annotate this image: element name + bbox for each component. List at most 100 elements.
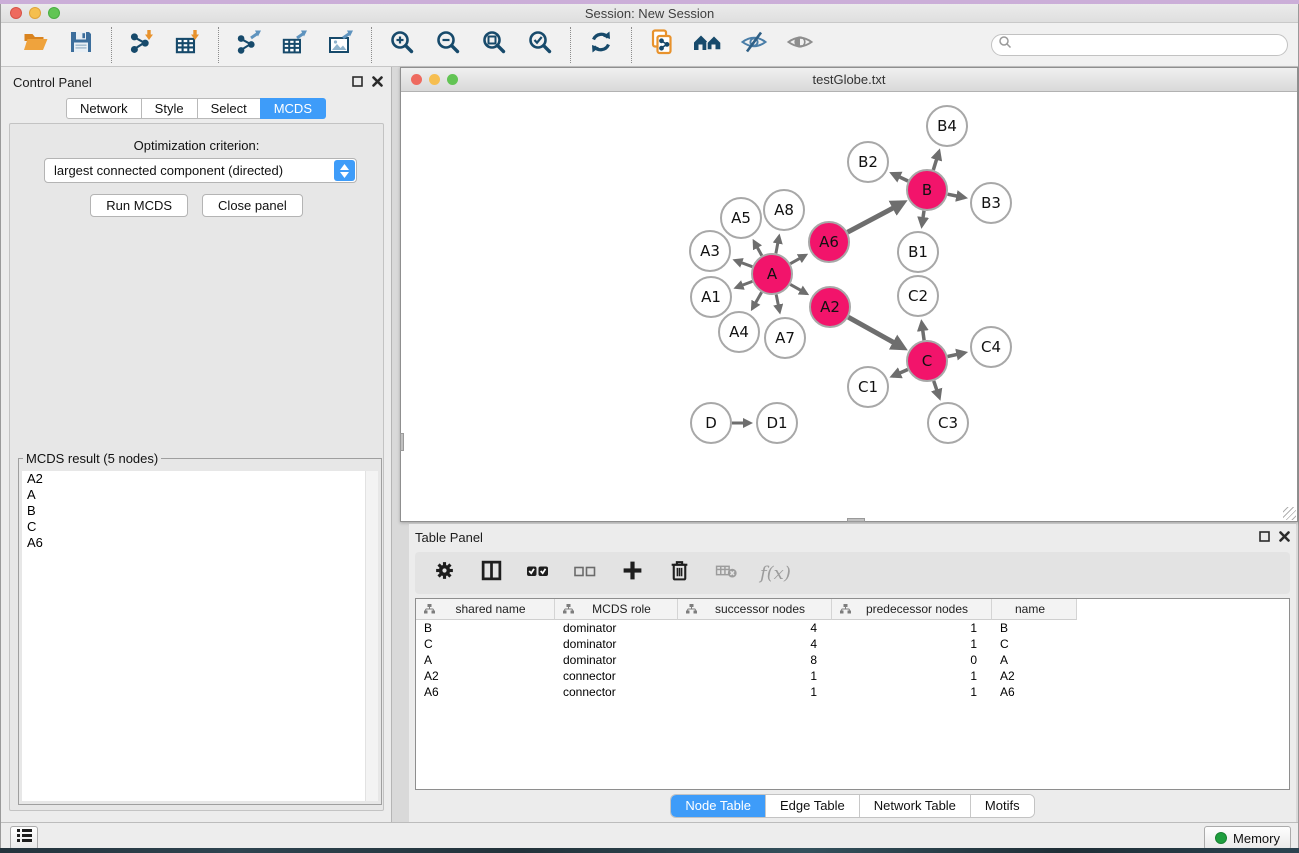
table-cell[interactable]: dominator [555,621,678,635]
tab-select[interactable]: Select [197,98,261,119]
edge-A-A4[interactable] [752,292,761,308]
function-builder-button[interactable]: f(x) [760,560,791,586]
network-canvas[interactable]: B4B2BB3A8A5A6A3B1AC2A1A2A4A7C4CC1C3DD1 [401,92,1297,521]
table-cell[interactable]: 1 [832,637,992,651]
add-row-button[interactable] [619,560,645,586]
edge-C-C3[interactable] [934,381,940,398]
edge-A-A2[interactable] [790,284,806,293]
float-panel-icon[interactable] [352,74,363,92]
table-cell[interactable]: 1 [832,685,992,699]
close-table-panel-icon[interactable] [1279,529,1290,547]
table-cell[interactable]: A6 [992,685,1077,699]
save-session-button[interactable] [66,30,96,60]
result-item[interactable]: B [22,503,378,519]
window-bottom-grip[interactable] [847,518,865,522]
table-cell[interactable]: B [992,621,1077,635]
zoom-out-button[interactable] [433,30,463,60]
table-row[interactable]: A6connector11A6 [416,684,1289,700]
table-cell[interactable]: 0 [832,653,992,667]
refresh-button[interactable] [586,30,616,60]
edge-B-B3[interactable] [948,194,965,197]
table-cell[interactable]: dominator [555,653,678,667]
zoom-in-button[interactable] [387,30,417,60]
table-cell[interactable]: C [992,637,1077,651]
table-cell[interactable]: dominator [555,637,678,651]
table-cell[interactable]: A [992,653,1077,667]
search-input[interactable] [1012,36,1287,54]
edge-B-B1[interactable] [922,211,924,226]
task-history-button[interactable] [10,826,38,850]
float-table-panel-icon[interactable] [1259,529,1270,547]
select-stepper-icon[interactable] [334,160,355,181]
close-panel-button[interactable]: Close panel [202,194,303,217]
hide-graphics-details-button[interactable] [739,30,769,60]
table-cell[interactable]: 4 [678,637,832,651]
table-cell[interactable]: A6 [416,685,555,699]
export-network-button[interactable] [234,30,264,60]
table-cell[interactable]: 1 [678,669,832,683]
edge-C-C4[interactable] [948,353,965,357]
table-cell[interactable]: 1 [832,621,992,635]
result-item[interactable]: A6 [22,535,378,551]
table-row[interactable]: Adominator80A [416,652,1289,668]
table-cell[interactable]: C [416,637,555,651]
edge-A-A7[interactable] [776,295,779,312]
edge-A6-B[interactable] [848,203,904,233]
table-row[interactable]: Cdominator41C [416,636,1289,652]
memory-button[interactable]: Memory [1204,826,1291,850]
window-left-grip[interactable] [400,433,404,451]
result-item[interactable]: A2 [22,471,378,487]
mcds-result-list[interactable]: A2ABCA6 [22,471,378,801]
window-resize-grip[interactable] [1283,507,1296,520]
new-network-from-selection-button[interactable] [647,30,677,60]
edge-A-A3[interactable] [735,260,752,266]
edge-C-C2[interactable] [922,323,924,341]
zoom-selected-button[interactable] [525,30,555,60]
tab-node-table[interactable]: Node Table [671,795,766,817]
table-cell[interactable]: A [416,653,555,667]
criterion-select[interactable]: largest connected component (directed) [44,158,357,183]
edge-A-A8[interactable] [776,237,779,254]
column-header-MCDS-role[interactable]: MCDS role [555,599,678,620]
column-header-shared-name[interactable]: shared name [416,599,555,620]
select-all-checkboxes-button[interactable] [525,560,551,586]
table-cell[interactable]: A2 [992,669,1077,683]
delete-row-button[interactable] [666,560,692,586]
zoom-fit-button[interactable] [479,30,509,60]
result-item[interactable]: C [22,519,378,535]
tab-style[interactable]: Style [141,98,198,119]
run-mcds-button[interactable]: Run MCDS [90,194,188,217]
result-item[interactable]: A [22,487,378,503]
table-cell[interactable]: 8 [678,653,832,667]
tab-network[interactable]: Network [66,98,142,119]
show-column-panel-button[interactable] [478,560,504,586]
table-settings-button[interactable] [431,560,457,586]
table-cell[interactable]: 1 [832,669,992,683]
table-row[interactable]: A2connector11A2 [416,668,1289,684]
edge-C-C1[interactable] [893,370,908,377]
table-row[interactable]: Bdominator41B [416,620,1289,636]
deselect-all-checkboxes-button[interactable] [572,560,598,586]
tab-edge-table[interactable]: Edge Table [766,795,860,817]
result-scrollbar[interactable] [365,471,378,801]
table-cell[interactable]: 1 [678,685,832,699]
open-session-button[interactable] [20,30,50,60]
table-cell[interactable]: B [416,621,555,635]
edge-B-B4[interactable] [933,152,939,170]
table-cell[interactable]: A2 [416,669,555,683]
edge-A2-C[interactable] [848,317,903,348]
tab-motifs[interactable]: Motifs [971,795,1034,817]
column-header-successor-nodes[interactable]: successor nodes [678,599,832,620]
show-graphics-details-button[interactable] [785,30,815,60]
import-table-button[interactable] [173,30,203,60]
delete-table-button[interactable] [713,560,739,586]
edge-A-A6[interactable] [790,255,805,264]
edge-B-B2[interactable] [892,174,908,181]
close-panel-icon[interactable] [372,74,383,92]
export-image-button[interactable] [326,30,356,60]
column-header-name[interactable]: name [992,599,1077,620]
tab-mcds[interactable]: MCDS [260,98,326,119]
table-cell[interactable]: 4 [678,621,832,635]
edge-A-A1[interactable] [736,281,752,287]
tab-network-table[interactable]: Network Table [860,795,971,817]
